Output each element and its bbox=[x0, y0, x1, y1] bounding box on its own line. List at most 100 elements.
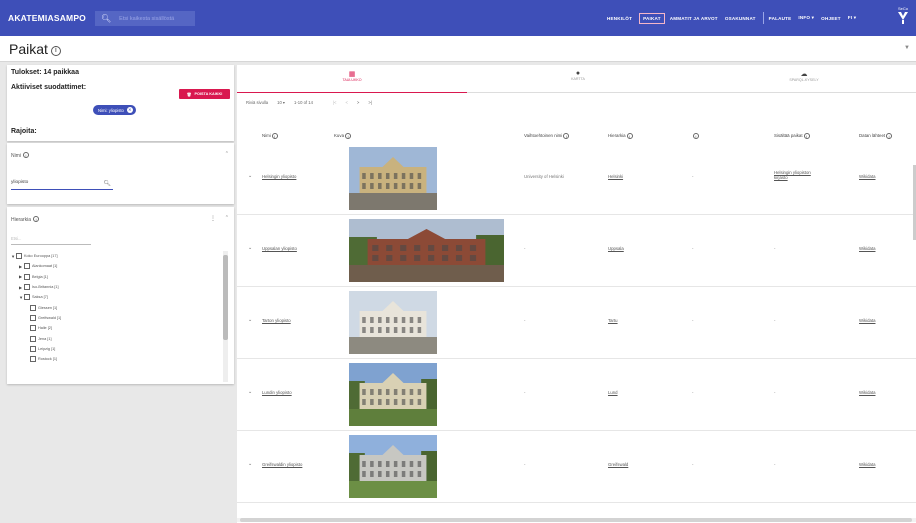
expand-row-icon[interactable]: ⌄ bbox=[248, 389, 252, 395]
rows-per-page-select[interactable]: 10 ▾ bbox=[277, 100, 285, 105]
cell-name[interactable]: Helsingin yliopisto bbox=[262, 174, 296, 179]
place-photo[interactable] bbox=[349, 435, 437, 498]
nav-osakunnat[interactable]: OSAKUNNAT bbox=[725, 16, 756, 21]
nav-ammatit[interactable]: AMMATIT JA ARVOT bbox=[670, 16, 718, 21]
cell-source[interactable]: Wikidata bbox=[859, 462, 875, 467]
cell-source[interactable]: Wikidata bbox=[859, 174, 875, 179]
hierarchy-filter-input[interactable]: Etsi... bbox=[11, 236, 91, 245]
expand-row-icon[interactable]: ⌄ bbox=[248, 317, 252, 323]
last-page-button[interactable]: >| bbox=[368, 100, 372, 105]
tree-node[interactable]: Leipzig [1] bbox=[11, 344, 221, 354]
first-page-button[interactable]: |< bbox=[333, 100, 337, 105]
tab-table[interactable]: ▦ TAULUKKO bbox=[237, 65, 467, 93]
cell-contains[interactable]: Helsingin yliopiston kirjasto bbox=[774, 170, 822, 180]
tree-node[interactable]: Rostock [1] bbox=[11, 354, 221, 364]
chip-remove-icon[interactable]: ✕ bbox=[126, 107, 133, 113]
info-icon[interactable]: i bbox=[33, 216, 40, 222]
place-photo[interactable] bbox=[349, 291, 437, 354]
tab-sparql[interactable]: ☁ SPARQL-KYSELY bbox=[689, 65, 916, 93]
place-photo[interactable] bbox=[349, 147, 437, 210]
header-name[interactable]: Nimi i bbox=[262, 133, 278, 139]
more-vert-icon[interactable]: ⋮ bbox=[210, 215, 216, 222]
info-icon[interactable]: i bbox=[271, 133, 278, 139]
chevron-down-icon[interactable]: ▼ bbox=[904, 45, 910, 51]
app-brand[interactable]: AKATEMIASAMPO bbox=[8, 13, 86, 23]
expand-row-icon[interactable]: ⌄ bbox=[248, 461, 252, 467]
tree-node[interactable]: Jena [1] bbox=[11, 333, 221, 343]
tree-node[interactable]: ▶ Belgia [1] bbox=[11, 272, 221, 282]
cell-hierarchy[interactable]: Uppsala bbox=[608, 246, 624, 251]
collapse-icon[interactable]: ⌃ bbox=[225, 215, 229, 221]
cell-name[interactable]: Tarton yliopisto bbox=[262, 318, 291, 323]
table-row[interactable]: ⌄ Helsingin yliopisto University of Helsin… bbox=[237, 143, 916, 215]
tree-node[interactable]: Greifswald [1] bbox=[11, 313, 221, 323]
nav-language[interactable]: FI ▾ bbox=[848, 15, 856, 21]
info-icon[interactable]: i bbox=[886, 133, 893, 139]
info-icon[interactable]: i bbox=[563, 133, 570, 139]
info-icon[interactable]: i bbox=[50, 46, 61, 56]
cell-hierarchy[interactable]: Helsinki bbox=[608, 174, 623, 179]
header-sources[interactable]: Datan lähteet i bbox=[859, 133, 893, 139]
table-row[interactable]: ⌄ Lundin yliopisto - Lund - - Wikidata bbox=[237, 359, 916, 431]
place-photo[interactable] bbox=[349, 363, 437, 426]
tree-node-checkbox[interactable] bbox=[16, 253, 22, 260]
nav-ohjeet[interactable]: OHJEET bbox=[821, 16, 841, 21]
info-icon[interactable]: i bbox=[345, 133, 352, 139]
next-page-button[interactable]: > bbox=[357, 100, 359, 105]
cell-source[interactable]: Wikidata bbox=[859, 390, 875, 395]
tree-node-checkbox[interactable] bbox=[30, 356, 36, 363]
tree-node[interactable]: ▶ Alankomaat [1] bbox=[11, 261, 221, 271]
tree-node[interactable]: ▶ Iso-Britannia [1] bbox=[11, 282, 221, 292]
tree-node[interactable]: ▼ Koko Eurooppa [17] bbox=[11, 251, 221, 261]
nav-info[interactable]: INFO ▾ bbox=[798, 15, 814, 21]
prev-page-button[interactable]: < bbox=[345, 100, 347, 105]
info-icon[interactable]: i bbox=[23, 152, 29, 158]
cell-hierarchy[interactable]: Lund bbox=[608, 390, 618, 395]
tree-node-checkbox[interactable] bbox=[24, 263, 30, 270]
cell-name[interactable]: Lundin yliopisto bbox=[262, 390, 292, 395]
scrollbar-thumb[interactable] bbox=[240, 518, 912, 522]
nav-palaute[interactable]: PALAUTE bbox=[769, 16, 792, 21]
cell-hierarchy[interactable]: Greifswald bbox=[608, 462, 628, 467]
header-image[interactable]: Kuva i bbox=[334, 133, 352, 139]
header-contains[interactable]: Sisältää paikat i bbox=[774, 133, 810, 139]
info-icon[interactable]: i bbox=[803, 133, 810, 139]
table-horizontal-scrollbar[interactable] bbox=[237, 518, 916, 522]
tree-node-checkbox[interactable] bbox=[30, 304, 36, 311]
remove-all-filters-button[interactable]: 🗑︎ POISTA KAIKKI bbox=[179, 89, 230, 99]
table-row[interactable]: ⌄ Tarton yliopisto - Tartu - - Wikidata bbox=[237, 287, 916, 359]
tab-map[interactable]: ● KARTTA bbox=[463, 65, 693, 93]
expand-row-icon[interactable]: ⌄ bbox=[248, 245, 252, 251]
cell-hierarchy[interactable]: Tartu bbox=[608, 318, 618, 323]
cell-name[interactable]: Uppsalan yliopisto bbox=[262, 246, 297, 251]
tree-node-checkbox[interactable] bbox=[24, 294, 30, 301]
place-photo[interactable] bbox=[349, 219, 504, 282]
seco-logo[interactable]: SeCo bbox=[896, 6, 910, 28]
active-filter-chip[interactable]: Nimi: yliopisto ✕ bbox=[93, 105, 136, 115]
hierarchy-scrollbar[interactable] bbox=[223, 251, 228, 382]
search-icon[interactable]: 🔍︎ bbox=[103, 180, 111, 187]
header-hierarchy[interactable]: Hierarkia i bbox=[608, 133, 633, 139]
nav-henkilot[interactable]: HENKILÖT bbox=[607, 16, 632, 21]
tree-node-checkbox[interactable] bbox=[24, 284, 30, 291]
tree-node-checkbox[interactable] bbox=[30, 335, 36, 342]
info-icon[interactable]: i bbox=[693, 133, 699, 139]
tree-node-checkbox[interactable] bbox=[30, 314, 36, 321]
tree-node-checkbox[interactable] bbox=[24, 273, 30, 280]
tree-node-checkbox[interactable] bbox=[30, 325, 36, 332]
cell-source[interactable]: Wikidata bbox=[859, 318, 875, 323]
table-row[interactable]: ⌄ Greifswaldin yliopisto - Greifswald - - Wiki… bbox=[237, 431, 916, 503]
collapse-icon[interactable]: ⌃ bbox=[225, 151, 229, 157]
table-row[interactable]: ⌄ Uppsalan yliopisto - Uppsala - - Wikidata bbox=[237, 215, 916, 287]
global-search[interactable]: 🔍︎ Etsi kaikesta sisällöstä bbox=[95, 11, 195, 26]
expand-row-icon[interactable]: ⌄ bbox=[248, 173, 252, 179]
tree-node[interactable]: ▼ Saksa [7] bbox=[11, 292, 221, 302]
nav-paikat[interactable]: PAIKAT bbox=[639, 12, 665, 24]
tree-node[interactable]: Halle [2] bbox=[11, 323, 221, 333]
scrollbar-thumb[interactable] bbox=[223, 255, 228, 340]
tree-node-checkbox[interactable] bbox=[30, 345, 36, 352]
header-alt-name[interactable]: Vaihtoehtoinen nimi i bbox=[524, 133, 570, 139]
header-unnamed[interactable]: i bbox=[692, 133, 699, 139]
name-search-input[interactable]: yliopisto 🔍︎ bbox=[11, 180, 113, 190]
cell-name[interactable]: Greifswaldin yliopisto bbox=[262, 462, 302, 467]
